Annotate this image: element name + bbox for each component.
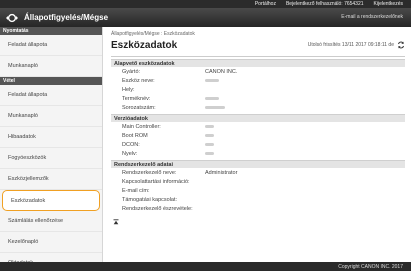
- redacted-value: [205, 106, 225, 109]
- section-version-info: Verzióadatok Main Controller: Boot ROM D…: [111, 114, 405, 158]
- info-row: Támogatási kapcsolat:: [111, 195, 405, 204]
- info-row: Main Controller:: [111, 122, 405, 131]
- info-row: Kapcsolattartási információ:: [111, 177, 405, 186]
- row-label: Hely:: [122, 86, 135, 93]
- info-row: Rendszerkezelő neve: Administrator: [111, 168, 405, 177]
- section-heading: Rendszerkezelő adatai: [111, 160, 405, 168]
- mail-admin-link[interactable]: E-mail a rendszerkezelőnek: [341, 14, 403, 20]
- row-label: DCON:: [122, 141, 140, 148]
- user-label-text: Bejelentkező felhasználó:: [285, 1, 343, 7]
- top-links-bar: Portálhoz Bejelentkező felhasználó: 7654…: [0, 0, 411, 8]
- row-label: Main Controller:: [122, 123, 161, 130]
- last-update-text: Utolsó frissítés 13/11 2017 09:18:11 de: [307, 42, 394, 48]
- info-row: Boot ROM: [111, 131, 405, 140]
- info-row: DCON:: [111, 140, 405, 149]
- portal-link[interactable]: Portálhoz: [255, 1, 276, 7]
- last-update-area: Utolsó frissítés 13/11 2017 09:18:11 de: [308, 41, 405, 49]
- sidebar-item-consumables[interactable]: Fogyóeszközök: [0, 148, 102, 169]
- sidebar-item-print-job-log[interactable]: Munkanapló: [0, 56, 102, 77]
- info-row: Hely:: [111, 85, 405, 94]
- canon-logo-icon[interactable]: [4, 12, 20, 24]
- breadcrumb: Állapotfigyelés/Mégse : Eszközadatok: [111, 31, 195, 37]
- info-row: Terméknév:: [111, 94, 405, 103]
- footer: Copyright CANON INC. 2017: [0, 262, 411, 271]
- row-label: Kapcsolattartási információ:: [122, 178, 190, 185]
- redacted-value: [205, 134, 214, 137]
- logout-link[interactable]: Kijelentkezés: [374, 1, 403, 7]
- title-divider: [111, 56, 405, 57]
- sidebar-item-receive-job-log[interactable]: Munkanapló: [0, 106, 102, 127]
- sidebar-item-error-info[interactable]: Hibaadatok: [0, 127, 102, 148]
- sidebar-item-print-job-status[interactable]: Feladat állapota: [0, 35, 102, 56]
- copyright-text: Copyright CANON INC. 2017: [338, 263, 403, 270]
- page-title: Eszközadatok: [111, 39, 178, 51]
- row-label: Nyelv:: [122, 150, 138, 157]
- row-label: Terméknév:: [122, 95, 151, 102]
- row-value: Administrator: [205, 169, 238, 176]
- row-label: Eszköz neve:: [122, 77, 155, 84]
- page-title-row: Eszközadatok Utolsó frissítés 13/11 2017…: [111, 38, 405, 52]
- row-label: E-mail cím:: [122, 187, 150, 194]
- refresh-icon[interactable]: [397, 41, 405, 49]
- row-label: Boot ROM: [122, 132, 148, 139]
- info-row: Gyártó: CANON INC.: [111, 67, 405, 76]
- collapse-icon[interactable]: [111, 219, 405, 227]
- sidebar-item-operation-log[interactable]: Kezelőnapló: [0, 232, 102, 253]
- info-row: Eszköz neve:: [111, 76, 405, 85]
- sidebar-item-device-features[interactable]: Eszközjellemzők: [0, 169, 102, 190]
- section-admin-info: Rendszerkezelő adatai Rendszerkezelő nev…: [111, 160, 405, 213]
- sidebar-heading-receive: Vétel: [0, 77, 102, 85]
- user-id: 7654321: [344, 1, 364, 7]
- info-row: Sorozatszám:: [111, 103, 405, 112]
- redacted-value: [205, 125, 214, 128]
- row-label: Rendszerkezelő észrevétele:: [122, 205, 193, 212]
- redacted-value: [205, 143, 214, 146]
- info-row: Rendszerkezelő észrevétele:: [111, 204, 405, 213]
- sidebar-heading-print: Nyomtatás: [0, 27, 102, 35]
- row-label: Rendszerkezelő neve:: [122, 169, 177, 176]
- app-title: Állapotfigyelés/Mégse: [24, 13, 109, 22]
- redacted-value: [205, 152, 214, 155]
- section-heading: Verzióadatok: [111, 114, 405, 122]
- row-label: Gyártó:: [122, 68, 141, 75]
- row-label: Sorozatszám:: [122, 104, 156, 111]
- sidebar-item-receive-job-status[interactable]: Feladat állapota: [0, 85, 102, 106]
- section-basic-info: Alapvető eszközadatok Gyártó: CANON INC. …: [111, 59, 405, 112]
- info-row: E-mail cím:: [111, 186, 405, 195]
- redacted-value: [205, 79, 219, 82]
- sidebar-item-counter-check[interactable]: Számlálás ellenőrzése: [0, 211, 102, 232]
- redacted-value: [205, 97, 219, 100]
- main-content: Állapotfigyelés/Mégse : Eszközadatok Esz…: [111, 27, 405, 227]
- sidebar: Nyomtatás Feladat állapota Munkanapló Vé…: [0, 27, 103, 266]
- header-bar: Állapotfigyelés/Mégse E-mail a rendszerk…: [0, 8, 411, 27]
- row-label: Támogatási kapcsolat:: [122, 196, 178, 203]
- user-label: Bejelentkező felhasználó: 7654321: [286, 1, 364, 7]
- info-row: Nyelv:: [111, 149, 405, 158]
- row-value: CANON INC.: [205, 68, 238, 75]
- sidebar-item-device-info[interactable]: Eszközadatok: [2, 190, 100, 211]
- section-heading: Alapvető eszközadatok: [111, 59, 405, 67]
